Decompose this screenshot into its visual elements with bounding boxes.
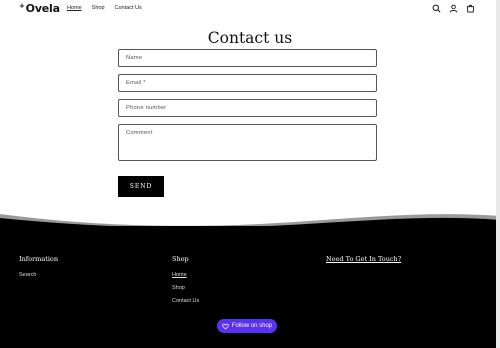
footer-link-contact-us[interactable]: Contact Us	[172, 298, 199, 304]
nav-contact-us[interactable]: Contact Us	[115, 5, 142, 11]
footer-contact-link[interactable]: Need To Get In Touch?	[326, 255, 401, 263]
logo[interactable]: +Ovela	[19, 2, 60, 15]
phone-field[interactable]: Phone number	[118, 99, 377, 117]
header-icons	[432, 4, 475, 13]
footer-link-shop[interactable]: Shop	[172, 285, 185, 291]
page-title: Contact us	[207, 29, 293, 47]
site-header: +Ovela Home Shop Contact Us	[0, 0, 500, 20]
footer-shop-title: Shop	[172, 255, 189, 263]
footer-info-title: Information	[19, 255, 59, 263]
follow-on-shop-button[interactable]: Follow on shop	[217, 319, 277, 333]
comment-placeholder: Comment	[126, 130, 153, 136]
scrollbar[interactable]	[496, 0, 500, 348]
site-footer: Information Search Shop Home Shop Contac…	[0, 226, 500, 348]
send-button[interactable]: SEND	[118, 176, 164, 197]
main-nav: Home Shop Contact Us	[67, 5, 152, 11]
name-placeholder: Name	[126, 55, 143, 61]
footer-link-search[interactable]: Search	[19, 272, 36, 278]
search-icon[interactable]	[432, 4, 441, 13]
account-icon[interactable]	[449, 4, 458, 13]
email-field[interactable]: Email *	[118, 74, 377, 92]
follow-label: Follow on shop	[231, 323, 273, 329]
nav-home[interactable]: Home	[67, 5, 82, 11]
name-field[interactable]: Name	[118, 49, 377, 67]
comment-field[interactable]: Comment	[118, 124, 377, 161]
nav-shop[interactable]: Shop	[92, 5, 105, 11]
logo-text: Ovela	[25, 2, 60, 15]
phone-placeholder: Phone number	[126, 105, 167, 111]
logo-mark: +	[19, 2, 25, 10]
email-placeholder: Email *	[126, 80, 146, 86]
cart-icon[interactable]	[466, 4, 475, 13]
heart-icon	[222, 323, 229, 330]
footer-link-home[interactable]: Home	[172, 272, 187, 278]
